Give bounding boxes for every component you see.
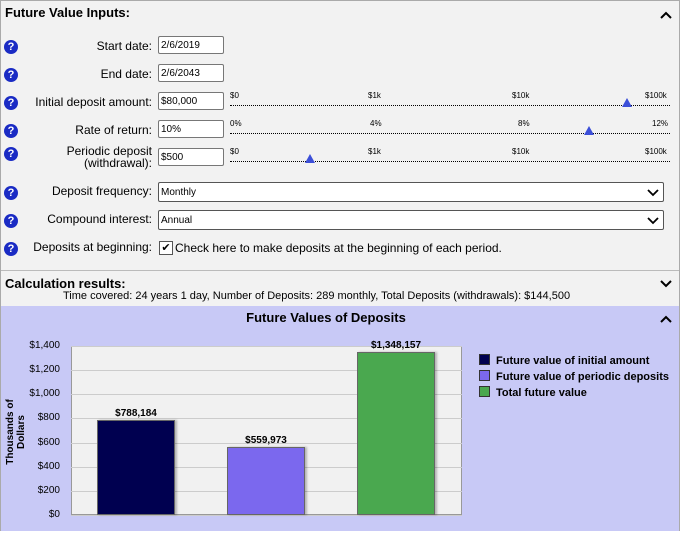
y-tick-label: $200	[37, 484, 60, 496]
end-date-input[interactable]: 2/6/2043	[158, 64, 224, 82]
slider-tick-label: $0	[230, 91, 239, 100]
legend-swatch	[479, 370, 490, 381]
legend-label: Future value of periodic deposits	[496, 371, 669, 383]
legend-item: Total future value	[479, 386, 587, 399]
slider-tick-label: $1k	[368, 91, 381, 100]
y-tick-label: $1,400	[29, 340, 60, 351]
y-tick-label: $1,200	[29, 364, 60, 376]
bar-value-label: $1,348,157	[370, 340, 422, 352]
rate-of-return-label: Rate of return:	[75, 123, 152, 137]
slider-tick-label: $100k	[645, 147, 667, 156]
deposit-frequency-select[interactable]: Monthly	[158, 182, 664, 202]
initial-deposit-slider[interactable]: $0 $1k $10k $100k	[230, 91, 670, 119]
slider-tick-label: 0%	[230, 119, 242, 128]
compound-interest-select[interactable]: Annual	[158, 210, 664, 230]
help-icon[interactable]: ?	[4, 68, 18, 82]
results-summary: Time covered: 24 years 1 day, Number of …	[63, 290, 571, 302]
slider-thumb[interactable]	[305, 154, 315, 163]
y-tick-label: $0	[48, 509, 60, 520]
y-tick-label: $1,000	[29, 388, 60, 400]
help-icon[interactable]: ?	[4, 124, 18, 138]
slider-track[interactable]	[230, 105, 670, 106]
end-date-label: End date:	[100, 67, 152, 81]
chevron-down-icon	[647, 217, 659, 225]
expand-results-chevron-icon[interactable]	[659, 277, 673, 291]
bar[interactable]	[227, 447, 305, 515]
legend-swatch	[479, 354, 490, 365]
slider-thumb[interactable]	[584, 126, 594, 135]
slider-thumb[interactable]	[622, 98, 632, 107]
deposits-at-beginning-label: Deposits at beginning:	[33, 240, 152, 254]
periodic-deposit-slider[interactable]: $0 $1k $10k $100k	[230, 147, 670, 175]
help-icon[interactable]: ?	[4, 186, 18, 200]
rate-of-return-slider[interactable]: 0% 4% 8% 12%	[230, 119, 670, 147]
help-icon[interactable]: ?	[4, 242, 18, 256]
chevron-down-icon	[647, 189, 659, 197]
deposits-at-beginning-text: Check here to make deposits at the begin…	[175, 241, 502, 255]
help-icon[interactable]: ?	[4, 40, 18, 54]
help-icon[interactable]: ?	[4, 96, 18, 110]
legend-item: Future value of initial amount	[479, 354, 649, 367]
slider-tick-label: 4%	[370, 119, 382, 128]
slider-tick-label: 8%	[518, 119, 530, 128]
calculator-panel: Future Value Inputs: ? Start date: 2/6/2…	[0, 0, 680, 531]
y-tick-label: $400	[37, 460, 60, 472]
y-tick-label: $800	[37, 412, 60, 424]
bar[interactable]	[97, 419, 175, 515]
y-axis-label: Thousands of Dollars	[5, 399, 27, 465]
results-section-title: Calculation results:	[5, 276, 126, 291]
initial-deposit-input[interactable]: $80,000	[158, 92, 224, 110]
bar[interactable]	[357, 352, 435, 515]
legend-item: Future value of periodic deposits	[479, 370, 669, 383]
section-divider	[1, 270, 679, 271]
bar-value-label: $788,184	[115, 407, 157, 419]
legend-label: Total future value	[496, 387, 587, 399]
collapse-inputs-chevron-icon[interactable]	[659, 8, 673, 22]
slider-tick-label: 12%	[652, 119, 669, 128]
initial-deposit-label: Initial deposit amount:	[35, 95, 152, 109]
legend-label: Future value of initial amount	[496, 355, 650, 367]
rate-of-return-input[interactable]: 10%	[158, 120, 224, 138]
collapse-chart-chevron-icon[interactable]	[659, 312, 673, 326]
slider-track[interactable]	[230, 133, 670, 134]
slider-track[interactable]	[230, 161, 670, 162]
deposit-frequency-label: Deposit frequency:	[51, 184, 152, 198]
periodic-deposit-input[interactable]: $500	[158, 148, 224, 166]
slider-tick-label: $1k	[368, 147, 381, 156]
slider-tick-label: $100k	[645, 91, 667, 100]
compound-interest-label: Compound interest:	[47, 212, 152, 226]
periodic-deposit-label-line2: (withdrawal):	[83, 156, 152, 170]
slider-tick-label: $0	[230, 147, 239, 156]
start-date-input[interactable]: 2/6/2019	[158, 36, 224, 54]
chart-title: Future Values of Deposits	[246, 310, 406, 325]
gridline	[71, 515, 462, 516]
y-tick-label: $600	[37, 436, 60, 448]
compound-interest-value: Annual	[161, 215, 193, 226]
inputs-section-title: Future Value Inputs:	[5, 5, 130, 20]
deposit-frequency-value: Monthly	[161, 187, 197, 198]
bar-value-label: $559,973	[245, 435, 287, 447]
slider-tick-label: $10k	[512, 147, 530, 156]
start-date-label: Start date:	[96, 39, 152, 53]
help-icon[interactable]: ?	[4, 214, 18, 228]
deposits-at-beginning-checkbox[interactable]: ✔	[159, 241, 173, 255]
slider-tick-label: $10k	[512, 91, 530, 100]
legend-swatch	[479, 386, 490, 397]
help-icon[interactable]: ?	[4, 147, 18, 161]
